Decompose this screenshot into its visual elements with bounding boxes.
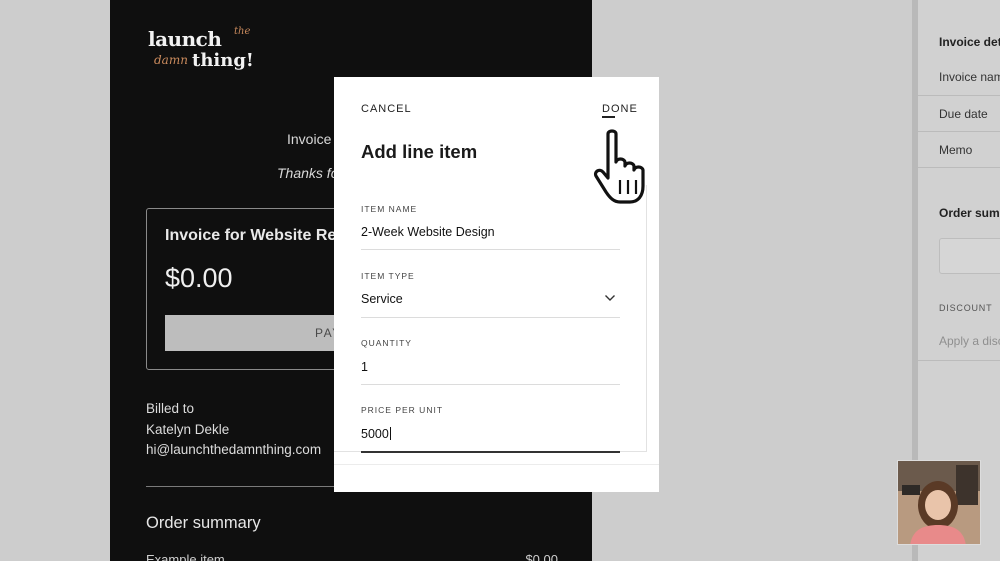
item-type-label: ITEM TYPE: [361, 271, 415, 281]
price-per-unit-value: 5000: [361, 427, 389, 441]
modal-title: Add line item: [361, 141, 478, 162]
billed-to-name: Katelyn Dekle: [146, 421, 230, 437]
logo-word-main: launch: [148, 27, 222, 51]
logo-word-script: damn: [154, 53, 188, 67]
billed-to-email: hi@launchthedamnthing.com: [146, 442, 322, 457]
billed-to-label: Billed to: [146, 401, 195, 416]
invoice-details-heading: Invoice det: [939, 35, 1000, 49]
discount-input[interactable]: Apply a disc: [939, 334, 1000, 348]
invoice-heading-line: Invoice: [287, 131, 332, 147]
quantity-label: QUANTITY: [361, 338, 412, 348]
cancel-button[interactable]: CANCEL: [361, 103, 412, 115]
settings-divider: [918, 360, 1000, 361]
item-name-label: ITEM NAME: [361, 204, 418, 214]
logo-word-small: the: [234, 26, 250, 37]
done-button[interactable]: DONE: [602, 103, 638, 115]
invoice-card-title: Invoice for Website Re: [165, 227, 337, 244]
order-summary-title: Order summary: [146, 514, 261, 532]
settings-divider: [918, 131, 1000, 132]
invoice-name-field[interactable]: Invoice nam: [939, 70, 1000, 84]
due-date-field[interactable]: Due date: [939, 107, 988, 121]
presenter-avatar: [898, 461, 980, 544]
order-item-label: Example item: [146, 552, 225, 561]
chevron-down-icon[interactable]: [604, 294, 616, 302]
quantity-underline: [361, 384, 620, 385]
item-type-underline: [361, 317, 620, 318]
settings-divider: [918, 95, 1000, 96]
price-per-unit-input[interactable]: 5000: [361, 427, 391, 441]
settings-divider: [918, 167, 1000, 168]
pointing-hand-cursor-icon: [593, 129, 645, 204]
order-summary-heading: Order summ: [939, 206, 1000, 220]
memo-field[interactable]: Memo: [939, 143, 972, 157]
modal-footer-divider: [334, 464, 659, 465]
item-name-input[interactable]: 2-Week Website Design: [361, 225, 495, 239]
presenter-webcam: [897, 460, 981, 545]
logo-word-end: thing!: [192, 50, 254, 71]
quantity-input[interactable]: 1: [361, 360, 368, 374]
invoice-card-amount: $0.00: [165, 263, 233, 293]
item-name-underline: [361, 249, 620, 250]
discount-label: DISCOUNT: [939, 303, 993, 313]
price-per-unit-label: PRICE PER UNIT: [361, 405, 444, 415]
add-item-box[interactable]: [939, 238, 1000, 274]
text-caret: [389, 427, 391, 440]
brand-logo: launch the damn thing!: [148, 26, 254, 71]
billed-to-block: Billed to Katelyn Dekle hi@launchthedamn…: [146, 399, 321, 461]
item-type-select[interactable]: Service: [361, 292, 403, 306]
done-underline: [602, 116, 615, 118]
invoice-thanks-line: Thanks fo: [277, 165, 339, 181]
order-summary-row: Example item $0.00: [146, 552, 558, 561]
order-item-price: $0.00: [525, 552, 558, 561]
price-per-unit-underline: [361, 451, 620, 453]
